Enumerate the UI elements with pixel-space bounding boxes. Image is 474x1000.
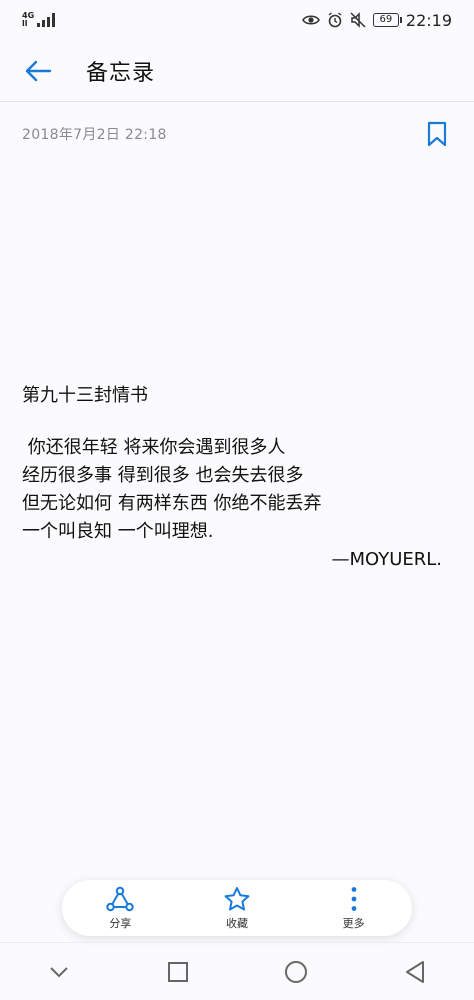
bookmark-button[interactable] <box>424 119 450 149</box>
eye-icon <box>301 15 320 25</box>
more-vertical-icon <box>351 886 357 911</box>
share-button[interactable]: 分享 <box>75 880 165 936</box>
square-icon <box>167 961 188 982</box>
action-bar: 分享 收藏 更多 <box>62 880 412 936</box>
favorite-button[interactable]: 收藏 <box>192 880 282 936</box>
screen: 4G ll 69 22:19 备忘录 2018年7月2日 22:18 第九十三封… <box>0 0 474 1000</box>
note-line: 一个叫良知 一个叫理想. <box>22 521 214 542</box>
triangle-back-icon <box>405 960 424 983</box>
nav-home-button[interactable] <box>271 947 321 997</box>
back-arrow-icon <box>25 60 52 81</box>
page-title: 备忘录 <box>86 60 156 86</box>
status-left: 4G ll <box>22 12 56 28</box>
share-label: 分享 <box>109 916 132 930</box>
more-button[interactable]: 更多 <box>309 880 399 936</box>
star-icon <box>224 886 250 910</box>
app-bar: 备忘录 <box>0 40 474 102</box>
note-line: 经历很多事 得到很多 也会失去很多 <box>22 465 304 486</box>
signal-icon <box>37 13 56 27</box>
network-sub: ll <box>22 19 28 28</box>
note-signature: —MOYUERL. <box>331 549 442 570</box>
battery-icon: 69 <box>372 13 402 27</box>
alarm-icon <box>328 12 342 28</box>
note-content[interactable]: 第九十三封情书 你还很年轻 将来你会遇到很多人 经历很多事 得到很多 也会失去很… <box>22 382 446 574</box>
nav-recents-button[interactable] <box>153 947 203 997</box>
system-nav-bar <box>0 942 474 1000</box>
note-line: 你还很年轻 将来你会遇到很多人 <box>22 437 286 458</box>
mute-icon <box>350 12 366 28</box>
more-label: 更多 <box>342 916 365 930</box>
battery-level: 69 <box>379 14 393 25</box>
bookmark-icon <box>427 121 447 147</box>
note-date: 2018年7月2日 22:18 <box>22 127 167 143</box>
status-time: 22:19 <box>405 10 452 30</box>
status-bar: 4G ll 69 22:19 <box>0 0 474 40</box>
back-button[interactable] <box>18 51 58 91</box>
status-right: 69 22:19 <box>301 10 452 30</box>
share-icon <box>106 886 135 911</box>
note-line: 但无论如何 有两样东西 你绝不能丢弃 <box>22 493 322 514</box>
chevron-down-icon <box>50 966 68 977</box>
network-indicator: 4G ll <box>22 12 34 28</box>
note-meta: 2018年7月2日 22:18 <box>0 112 474 156</box>
nav-down-button[interactable] <box>34 947 84 997</box>
circle-icon <box>285 960 308 983</box>
note-title: 第九十三封情书 <box>22 385 148 406</box>
nav-back-button[interactable] <box>390 947 440 997</box>
favorite-label: 收藏 <box>225 916 248 930</box>
